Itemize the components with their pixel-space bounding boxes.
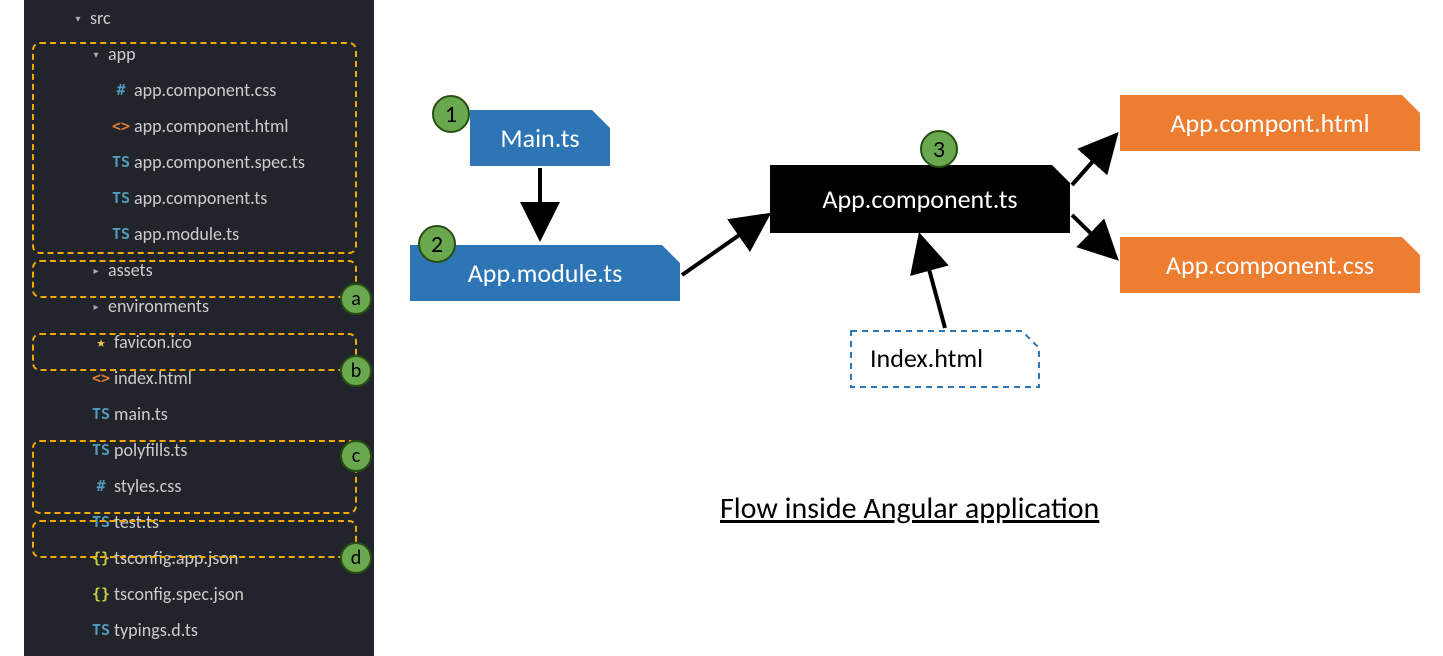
file-label: tsconfig.spec.json xyxy=(114,583,244,605)
html-icon: <> xyxy=(108,117,134,135)
tree-row-file[interactable]: TS app.component.spec.ts xyxy=(24,144,374,180)
tree-row-file[interactable]: TS test.ts xyxy=(24,504,374,540)
tree-row-app[interactable]: ▾ app xyxy=(24,36,374,72)
tree-row-assets[interactable]: ▸ assets xyxy=(24,252,374,288)
ts-icon: TS xyxy=(88,513,114,531)
file-label: tsconfig.app.json xyxy=(114,547,238,569)
ts-icon: TS xyxy=(88,621,114,639)
file-label: app.component.spec.ts xyxy=(134,151,305,173)
ts-icon: TS xyxy=(88,405,114,423)
tree-row-file[interactable]: TS main.ts xyxy=(24,396,374,432)
file-label: app.component.html xyxy=(134,115,288,137)
badge-c: c xyxy=(340,440,372,472)
chevron-down-icon: ▾ xyxy=(88,46,104,62)
html-icon: <> xyxy=(88,369,114,387)
folder-label: assets xyxy=(108,259,153,281)
tree-row-file[interactable]: ★ favicon.ico xyxy=(24,324,374,360)
file-label: polyfills.ts xyxy=(114,439,187,461)
tree-row-file[interactable]: TS app.component.ts xyxy=(24,180,374,216)
badge-3: 3 xyxy=(920,130,958,168)
tree-row-file[interactable]: TS typings.d.ts xyxy=(24,612,374,648)
tree-row-file[interactable]: # styles.css xyxy=(24,468,374,504)
star-icon: ★ xyxy=(88,333,114,351)
tree-row-src[interactable]: ▾ src xyxy=(24,0,374,36)
tree-row-file[interactable]: <> index.html xyxy=(24,360,374,396)
badge-d: d xyxy=(340,542,372,574)
tree-row-file[interactable]: TS polyfills.ts xyxy=(24,432,374,468)
folder-label: src xyxy=(90,7,111,29)
file-label: index.html xyxy=(114,367,192,389)
hash-icon: # xyxy=(108,81,134,99)
tree-row-file[interactable]: <> app.component.html xyxy=(24,108,374,144)
chevron-down-icon: ▾ xyxy=(70,10,86,26)
badge-1: 1 xyxy=(432,95,470,133)
diagram-caption: Flow inside Angular application xyxy=(720,490,1099,527)
flow-diagram: Main.ts App.module.ts App.component.ts A… xyxy=(400,0,1430,656)
file-tree: ▾ src ▾ app # app.component.css <> app.c… xyxy=(24,0,374,656)
ts-icon: TS xyxy=(108,153,134,171)
tree-row-file[interactable]: TS app.module.ts xyxy=(24,216,374,252)
tree-row-file[interactable]: {} tsconfig.app.json xyxy=(24,540,374,576)
file-label: app.module.ts xyxy=(134,223,239,245)
ts-icon: TS xyxy=(108,225,134,243)
folder-label: app xyxy=(108,43,136,65)
ts-icon: TS xyxy=(108,189,134,207)
file-label: app.component.ts xyxy=(134,187,267,209)
tree-row-file[interactable]: {} tsconfig.spec.json xyxy=(24,576,374,612)
ts-icon: TS xyxy=(88,441,114,459)
json-icon: {} xyxy=(88,549,114,567)
arrows xyxy=(400,0,1430,500)
chevron-right-icon: ▸ xyxy=(88,298,104,314)
folder-label: environments xyxy=(108,295,209,317)
file-label: typings.d.ts xyxy=(114,619,198,641)
chevron-right-icon: ▸ xyxy=(88,262,104,278)
badge-2: 2 xyxy=(418,225,456,263)
badge-b: b xyxy=(340,355,372,387)
tree-row-environments[interactable]: ▸ environments xyxy=(24,288,374,324)
file-label: test.ts xyxy=(114,511,159,533)
json-icon: {} xyxy=(88,585,114,603)
file-label: app.component.css xyxy=(134,79,276,101)
file-label: styles.css xyxy=(114,475,181,497)
file-label: favicon.ico xyxy=(114,331,192,353)
tree-row-file[interactable]: # app.component.css xyxy=(24,72,374,108)
hash-icon: # xyxy=(88,477,114,495)
file-label: main.ts xyxy=(114,403,168,425)
badge-a: a xyxy=(340,283,372,315)
